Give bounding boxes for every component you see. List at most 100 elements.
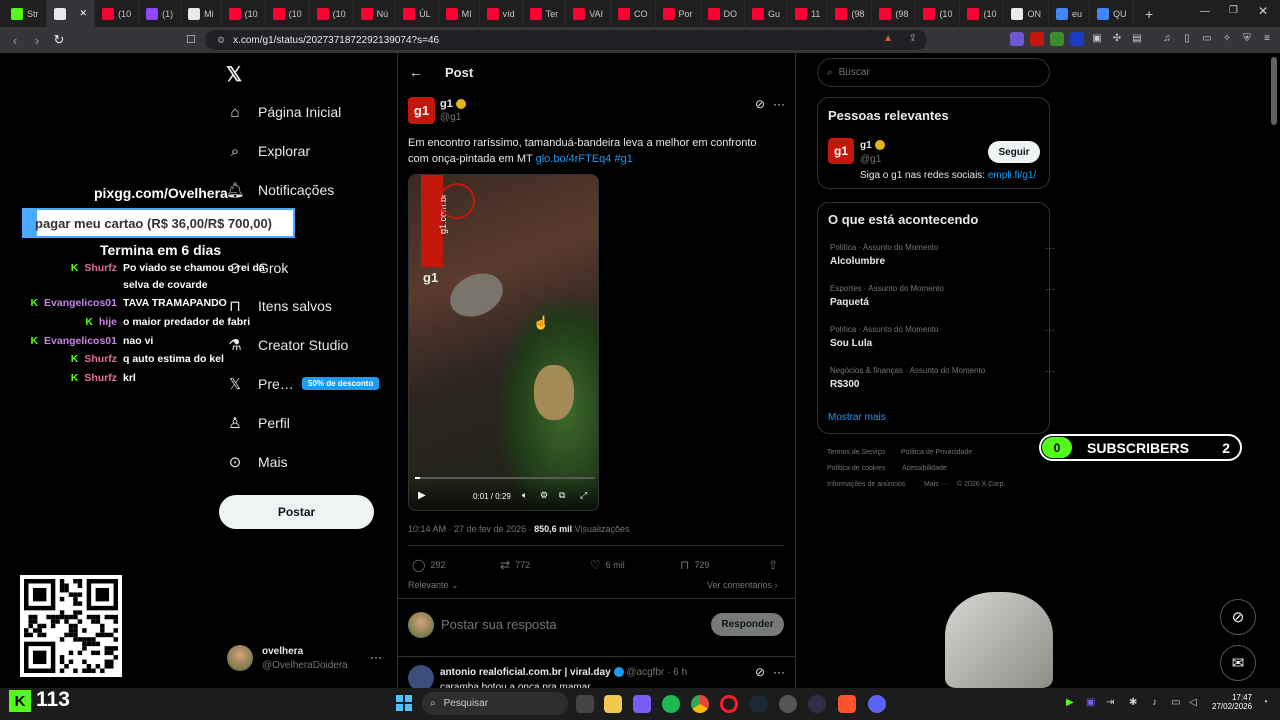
browser-tab[interactable]: (10 <box>222 0 266 27</box>
tray-arrow-icon[interactable]: ⇥ <box>1106 697 1114 708</box>
windows-start-icon[interactable] <box>396 695 412 711</box>
menu-icon[interactable]: ≡ <box>1260 32 1274 46</box>
app-icon[interactable] <box>808 695 826 713</box>
taskbar-search[interactable]: ⌕ Pesquisar <box>422 692 568 715</box>
url-field[interactable]: ⚙ x.com/g1/status/2027371872292139074?s=… <box>205 30 927 50</box>
browser-tab[interactable]: eu <box>1049 0 1090 27</box>
steam-icon[interactable] <box>750 695 768 713</box>
nav-item[interactable]: ⌂ Página Inicial <box>226 97 341 127</box>
browser-tab[interactable]: víd <box>480 0 523 27</box>
browser-tab[interactable]: 11 <box>788 0 829 27</box>
browser-tab[interactable]: Gu <box>745 0 789 27</box>
post-button[interactable]: Postar <box>219 495 374 529</box>
browser-tab[interactable]: ✕ <box>46 0 96 27</box>
browser-tab[interactable]: (10 <box>266 0 310 27</box>
tray-bluetooth-icon[interactable]: ✱ <box>1129 697 1137 708</box>
repost-button[interactable]: ⇄ 772 <box>500 558 530 572</box>
browser-tab[interactable]: (98 <box>828 0 873 27</box>
author-avatar[interactable]: g1 <box>408 97 435 124</box>
opera-icon[interactable] <box>720 695 738 713</box>
share-button[interactable]: ⇧ <box>768 558 778 572</box>
back-icon[interactable]: ‹ <box>4 33 26 48</box>
extension-icon[interactable] <box>1010 32 1024 46</box>
post-link[interactable]: glo.bo/4rFTEq4 <box>536 153 612 165</box>
bookmark-page-icon[interactable]: ☐ <box>186 33 196 46</box>
browser-tab[interactable]: VAI <box>566 0 612 27</box>
trend-menu-icon[interactable]: ··· <box>1045 325 1055 336</box>
reply-button[interactable]: ◯ 292 <box>412 558 445 572</box>
minimize-button[interactable]: — <box>1200 6 1210 17</box>
post-menu-icon[interactable]: ··· <box>773 97 785 111</box>
x-logo-icon[interactable]: 𝕏 <box>226 62 242 87</box>
browser-tab[interactable]: (10 <box>95 0 140 27</box>
show-more-link[interactable]: Mostrar mais <box>828 412 886 423</box>
tray-volume-icon[interactable]: ◁ <box>1189 697 1197 708</box>
trend-item[interactable]: Política · Assunto do Momento Alcolumbre ·… <box>830 243 1055 267</box>
follow-button[interactable]: Seguir <box>988 141 1040 163</box>
search-input[interactable]: Buscar <box>839 67 870 78</box>
messages-floating-icon[interactable]: ✉ <box>1220 645 1256 681</box>
browser-tab[interactable]: (10 <box>310 0 354 27</box>
app-icon[interactable] <box>779 695 797 713</box>
trend-menu-icon[interactable]: ··· <box>1045 366 1055 377</box>
extension-icon[interactable]: ▤ <box>1130 32 1144 46</box>
browser-tab[interactable]: DO <box>701 0 746 27</box>
trend-item[interactable]: Negócios & finanças · Assunto do Momento… <box>830 366 1055 390</box>
sidebar-icon[interactable]: ▯ <box>1180 32 1194 46</box>
video-progress-track[interactable] <box>415 477 595 479</box>
forward-icon[interactable]: › <box>26 33 48 48</box>
tray-app-icon[interactable]: ▣ <box>1086 697 1095 708</box>
relevant-avatar[interactable]: g1 <box>828 138 854 164</box>
post-hashtag[interactable]: #g1 <box>614 153 632 165</box>
notification-icon[interactable]: ◔ <box>1262 697 1268 708</box>
grok-floating-icon[interactable]: ⊘ <box>1220 599 1256 635</box>
video-player[interactable]: g1.com.br g1 ▶ 0:01 / 0:29 🔈︎ ⚙ ⧉ ⤢ <box>408 174 599 511</box>
extension-icon[interactable]: ▣ <box>1090 32 1104 46</box>
back-arrow-icon[interactable]: ← <box>409 64 423 80</box>
share-icon[interactable]: ⇪ <box>909 33 917 44</box>
reply-submit-button[interactable]: Responder <box>711 613 784 636</box>
like-button[interactable]: ♡ 6 mil <box>590 558 625 572</box>
relevant-bio-link[interactable]: empli.fi/g1/ <box>988 170 1036 181</box>
trend-item[interactable]: Política · Assunto do Momento Sou Lula ··· <box>830 325 1055 349</box>
trend-item[interactable]: Esportes · Assunto do Momento Paquetá ··· <box>830 284 1055 308</box>
relevant-name-row[interactable]: g1 <box>860 140 885 151</box>
browser-tab[interactable]: Str <box>4 0 47 27</box>
author-name-row[interactable]: g1 <box>440 98 466 110</box>
browser-tab[interactable]: (10 <box>960 0 1005 27</box>
close-window-button[interactable]: ✕ <box>1258 4 1268 18</box>
tab-close-icon[interactable]: ✕ <box>80 8 88 19</box>
brave-shield-icon[interactable]: ▲ <box>883 33 893 44</box>
settings-icon[interactable]: ⚙ <box>540 490 548 501</box>
browser-tab[interactable]: MI <box>439 0 480 27</box>
fullscreen-icon[interactable]: ⤢ <box>580 490 587 501</box>
footer-link[interactable]: Informações de anúncios <box>827 481 905 488</box>
browser-tab[interactable]: Por <box>656 0 701 27</box>
nav-item[interactable]: ⊙ Mais <box>226 447 288 477</box>
account-menu-icon[interactable]: ··· <box>370 650 382 664</box>
bookmark-button[interactable]: ⊓ 729 <box>680 558 709 572</box>
tray-network-icon[interactable]: ▭ <box>1171 697 1180 708</box>
wallet-icon[interactable]: ▭ <box>1200 32 1214 46</box>
discord-icon[interactable] <box>868 695 886 713</box>
chrome-icon[interactable] <box>691 695 709 713</box>
reload-icon[interactable]: ↻ <box>48 32 70 48</box>
play-icon[interactable]: ▶ <box>418 490 426 501</box>
spotify-icon[interactable] <box>662 695 680 713</box>
extension-icon[interactable] <box>1030 32 1044 46</box>
restore-button[interactable]: ❐ <box>1229 5 1238 16</box>
browser-tab[interactable]: Nú <box>354 0 397 27</box>
leo-icon[interactable]: ✧ <box>1220 32 1234 46</box>
browser-tab[interactable]: Ter <box>523 0 567 27</box>
media-icon[interactable]: ♫ <box>1160 32 1174 46</box>
sort-replies[interactable]: Relevante ⌄ <box>408 580 459 591</box>
reply-menu-icon[interactable]: ··· <box>773 665 785 679</box>
footer-link[interactable]: Mais ··· <box>924 481 948 488</box>
avatar[interactable] <box>227 645 253 671</box>
page-scrollbar[interactable] <box>1271 57 1277 125</box>
grok-icon[interactable]: ⊘ <box>755 97 765 111</box>
puzzle-icon[interactable]: ✣ <box>1110 32 1124 46</box>
browser-tab[interactable]: Mi <box>181 0 222 27</box>
nav-item[interactable]: 𝕏 Pre… <box>226 369 294 399</box>
search-box[interactable]: ⌕ Buscar <box>817 58 1050 87</box>
